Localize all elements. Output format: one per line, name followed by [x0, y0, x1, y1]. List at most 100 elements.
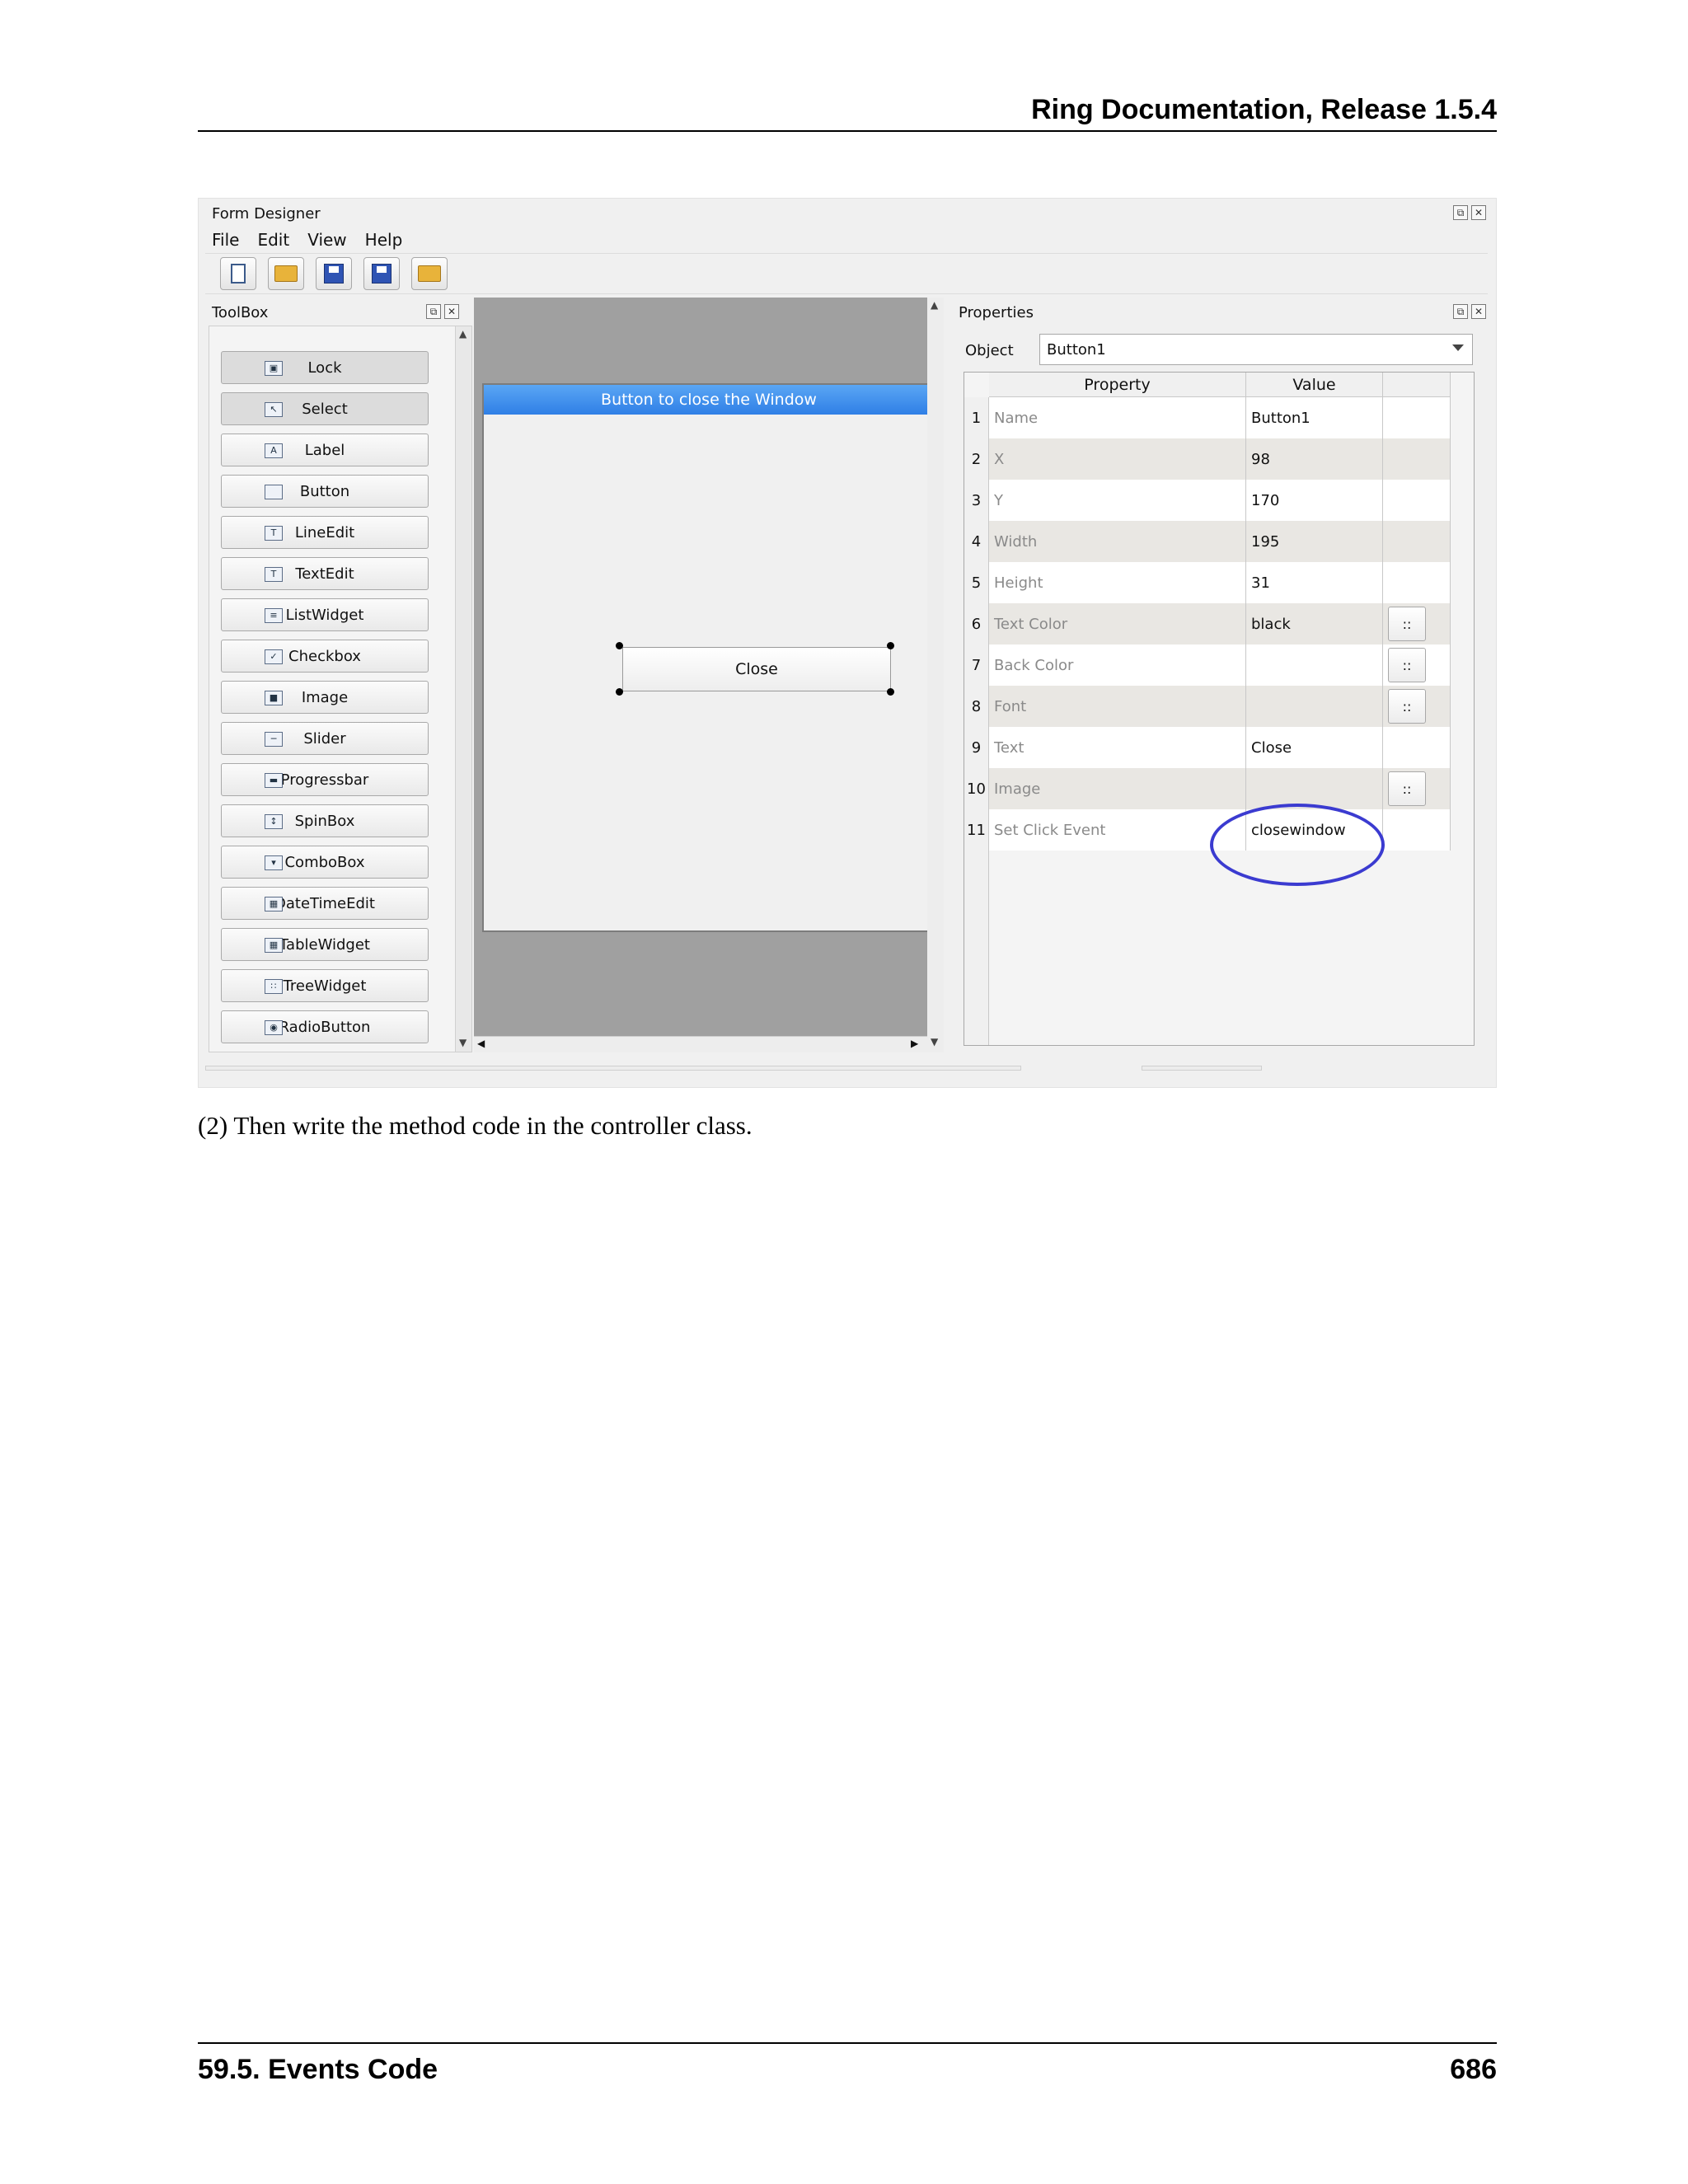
header-extra — [1383, 373, 1451, 397]
property-name: Text Color — [989, 603, 1246, 644]
float-icon[interactable]: ⧉ — [1453, 205, 1468, 220]
tool-treewidget[interactable]: ∷ TreeWidget — [221, 969, 429, 1002]
color-picker-button[interactable]: :: — [1388, 607, 1426, 641]
designed-form[interactable]: Button to close the Window Close — [482, 383, 934, 932]
image-picker-button[interactable]: :: — [1388, 771, 1426, 806]
table-row[interactable]: 8 Font :: — [964, 686, 1451, 727]
scroll-down-icon[interactable]: ▼ — [931, 1036, 938, 1047]
table-row[interactable]: 10 Image :: — [964, 768, 1451, 809]
table-row[interactable]: 9 Text Close — [964, 727, 1451, 768]
save-as-button[interactable] — [363, 257, 400, 290]
table-row[interactable]: 3 Y 170 — [964, 480, 1451, 521]
property-value[interactable]: 31 — [1246, 562, 1383, 603]
resize-handle[interactable] — [887, 688, 894, 696]
property-value[interactable]: 98 — [1246, 438, 1383, 480]
tool-button[interactable]: Button — [221, 475, 429, 508]
close-icon[interactable]: ✕ — [444, 304, 459, 319]
form-title-bar: Button to close the Window — [484, 385, 934, 415]
tool-listwidget[interactable]: ≡ ListWidget — [221, 598, 429, 631]
float-icon[interactable]: ⧉ — [1453, 304, 1468, 319]
chevron-down-icon — [1452, 344, 1464, 351]
tool-radiobutton[interactable]: ◉ RadioButton — [221, 1010, 429, 1043]
list-icon: ≡ — [265, 608, 283, 623]
tool-label: TreeWidget — [283, 977, 367, 995]
table-row[interactable]: 1 Name Button1 — [964, 397, 1451, 438]
tool-checkbox[interactable]: ✓ Checkbox — [221, 640, 429, 673]
tool-image[interactable]: ■ Image — [221, 681, 429, 714]
resize-handle[interactable] — [616, 688, 623, 696]
toolbox-controls: ⧉ ✕ — [426, 304, 459, 319]
menu-edit[interactable]: Edit — [257, 230, 289, 250]
page-footer: 59.5. Events Code 686 — [198, 2042, 1497, 2092]
tool-combobox[interactable]: ▾ ComboBox — [221, 846, 429, 879]
font-picker-button[interactable]: :: — [1388, 689, 1426, 724]
property-value[interactable]: Button1 — [1246, 397, 1383, 438]
open-form-button[interactable] — [411, 257, 448, 290]
save-button[interactable] — [316, 257, 352, 290]
tool-label: TableWidget — [279, 935, 370, 954]
menu-file[interactable]: File — [212, 230, 239, 250]
property-value[interactable] — [1246, 768, 1383, 809]
open-button[interactable] — [268, 257, 304, 290]
table-row[interactable]: 6 Text Color black :: — [964, 603, 1451, 644]
canvas-hscrollbar[interactable]: ◀ ▶ — [474, 1036, 927, 1052]
tool-label: Image — [301, 688, 349, 706]
tool-label: Checkbox — [288, 647, 361, 665]
float-icon[interactable]: ⧉ — [426, 304, 441, 319]
scroll-up-icon[interactable]: ▲ — [931, 299, 938, 311]
form-close-button[interactable]: Close — [622, 647, 891, 691]
tool-lineedit[interactable]: T LineEdit — [221, 516, 429, 549]
status-bar — [205, 1066, 1488, 1072]
scroll-up-icon[interactable]: ▲ — [459, 328, 467, 340]
toolbox-scrollbar[interactable]: ▲ ▼ — [455, 326, 471, 1052]
row-extra — [1383, 727, 1451, 768]
tool-datetimeedit[interactable]: ▦ DateTimeEdit — [221, 887, 429, 920]
tool-slider[interactable]: ─ Slider — [221, 722, 429, 755]
canvas-vscrollbar[interactable]: ▲ ▼ — [927, 298, 944, 1052]
menu-view[interactable]: View — [307, 230, 346, 250]
close-icon[interactable]: ✕ — [1471, 205, 1486, 220]
property-value[interactable]: Close — [1246, 727, 1383, 768]
color-picker-button[interactable]: :: — [1388, 648, 1426, 682]
close-icon[interactable]: ✕ — [1471, 304, 1486, 319]
tool-select[interactable]: ↖ Select — [221, 392, 429, 425]
form-designer-screenshot: Form Designer ⧉ ✕ File Edit View Help To… — [198, 198, 1497, 1088]
save-icon — [324, 264, 344, 284]
table-row[interactable]: 5 Height 31 — [964, 562, 1451, 603]
property-value[interactable]: 195 — [1246, 521, 1383, 562]
row-number: 3 — [964, 480, 989, 521]
new-file-icon — [231, 264, 246, 284]
design-canvas[interactable]: Button to close the Window Close — [474, 298, 934, 1052]
property-value[interactable] — [1246, 644, 1383, 686]
window-title: Form Designer — [212, 205, 321, 223]
property-name: Y — [989, 480, 1246, 521]
scroll-left-icon[interactable]: ◀ — [477, 1038, 485, 1049]
table-row[interactable]: 7 Back Color :: — [964, 644, 1451, 686]
table-row[interactable]: 2 X 98 — [964, 438, 1451, 480]
tool-progressbar[interactable]: ▬ Progressbar — [221, 763, 429, 796]
table-row[interactable]: 4 Width 195 — [964, 521, 1451, 562]
object-combobox[interactable]: Button1 — [1039, 334, 1473, 365]
new-button[interactable] — [220, 257, 256, 290]
textedit-icon: T — [265, 567, 283, 582]
tool-label: LineEdit — [294, 523, 355, 541]
tool-textedit[interactable]: T TextEdit — [221, 557, 429, 590]
resize-handle[interactable] — [616, 642, 623, 649]
property-value[interactable]: black — [1246, 603, 1383, 644]
scroll-right-icon[interactable]: ▶ — [911, 1038, 918, 1049]
highlight-ellipse — [1210, 804, 1385, 886]
row-extra — [1383, 521, 1451, 562]
combobox-icon: ▾ — [265, 855, 283, 870]
menu-help[interactable]: Help — [365, 230, 403, 250]
property-value[interactable] — [1246, 686, 1383, 727]
slider-icon: ─ — [265, 732, 283, 747]
tool-lock[interactable]: ▣ Lock — [221, 351, 429, 384]
lineedit-icon: T — [265, 526, 283, 541]
tool-tablewidget[interactable]: ▦ TableWidget — [221, 928, 429, 961]
tool-spinbox[interactable]: ↕ SpinBox — [221, 804, 429, 837]
scroll-down-icon[interactable]: ▼ — [459, 1037, 467, 1048]
property-value[interactable]: 170 — [1246, 480, 1383, 521]
tool-label-widget[interactable]: A Label — [221, 434, 429, 466]
open-folder-icon — [418, 265, 441, 282]
resize-handle[interactable] — [887, 642, 894, 649]
